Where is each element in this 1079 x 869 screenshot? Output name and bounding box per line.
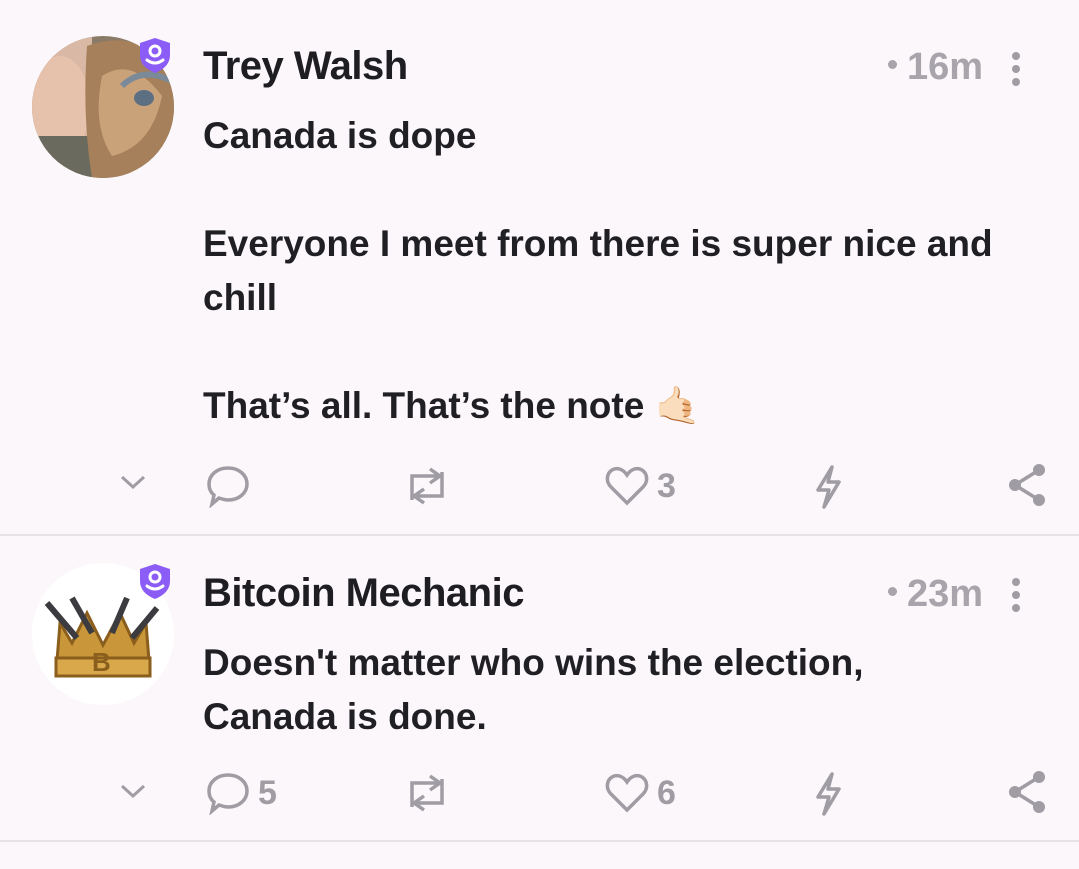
share-icon [1009, 464, 1045, 506]
heart-icon [605, 773, 649, 813]
share-icon [1009, 771, 1045, 813]
content-line: Canada is dope [203, 115, 477, 156]
more-options-icon[interactable] [1011, 578, 1021, 616]
share-button[interactable] [1005, 462, 1049, 508]
content-line: Doesn't matter who wins the election, [203, 642, 864, 683]
reply-icon [207, 466, 249, 508]
author-name[interactable]: Bitcoin Mechanic [203, 571, 524, 616]
zap-icon [816, 772, 841, 816]
author-name[interactable]: Trey Walsh [203, 44, 408, 89]
repost-button[interactable] [400, 773, 454, 813]
note-post[interactable]: Trey Walsh 16m Canada is dope Everyone I… [0, 0, 1079, 534]
content-line [203, 325, 1063, 379]
verified-shield-icon [140, 38, 170, 73]
expand-chevron-icon[interactable] [118, 472, 148, 492]
post-actions: 3 [0, 462, 1079, 512]
post-content: Canada is dope Everyone I meet from ther… [203, 109, 1063, 433]
svg-text:B: B [92, 647, 111, 677]
like-count: 6 [657, 773, 676, 812]
more-options-icon[interactable] [1011, 52, 1021, 90]
content-line: That’s all. That’s the note 🤙🏻 [203, 385, 701, 426]
zap-button[interactable] [812, 464, 844, 510]
content-line [203, 163, 1063, 217]
verified-shield-icon [140, 564, 170, 599]
post-time: 16m [887, 46, 983, 89]
like-count: 3 [657, 466, 676, 505]
expand-chevron-icon[interactable] [118, 781, 148, 801]
repost-icon [410, 467, 444, 505]
reply-icon [207, 773, 249, 815]
reply-button[interactable]: 5 [206, 771, 277, 815]
reply-count: 5 [258, 773, 277, 812]
share-button[interactable] [1005, 769, 1049, 815]
post-content: Doesn't matter who wins the election, Ca… [203, 636, 1063, 744]
zap-icon [816, 465, 841, 509]
note-post[interactable]: B Bitcoin Mechanic 23m Doesn't matter wh… [0, 535, 1079, 841]
heart-icon [605, 466, 649, 506]
like-button[interactable]: 6 [605, 773, 676, 813]
post-time: 23m [887, 573, 983, 616]
content-line: Everyone I meet from there is super nice… [203, 223, 993, 318]
post-divider [0, 840, 1079, 842]
post-actions: 5 6 [0, 769, 1079, 819]
repost-icon [410, 774, 444, 812]
like-button[interactable]: 3 [605, 466, 676, 506]
content-line: Canada is done. [203, 696, 487, 737]
reply-button[interactable] [206, 464, 250, 508]
zap-button[interactable] [812, 771, 844, 817]
repost-button[interactable] [400, 466, 454, 506]
